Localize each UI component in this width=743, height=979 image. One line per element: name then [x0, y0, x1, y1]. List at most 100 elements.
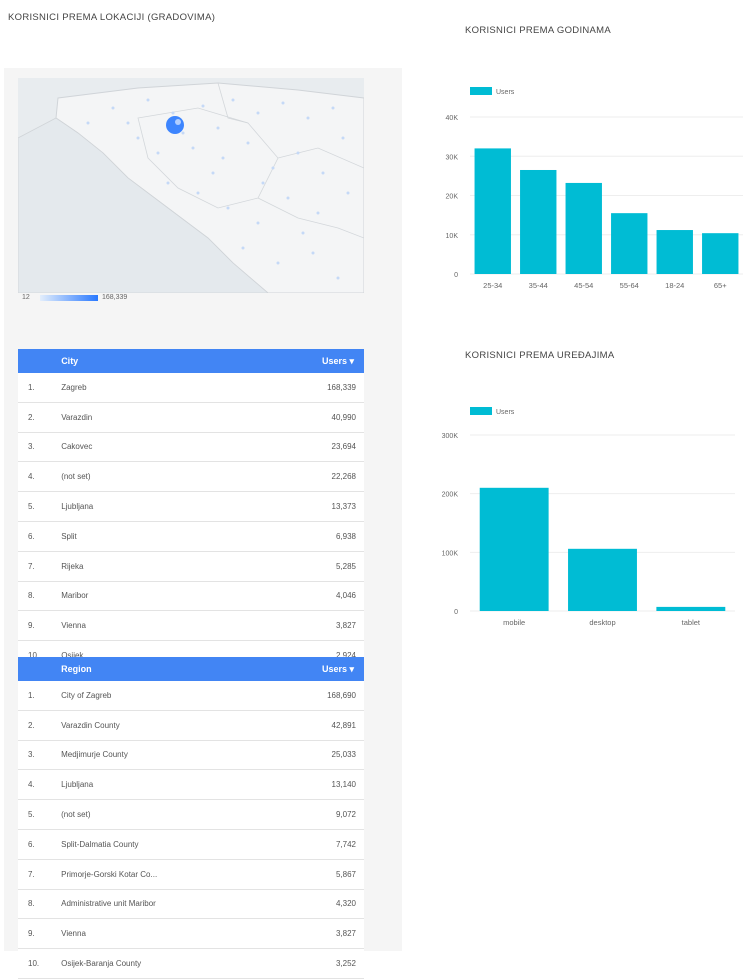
row-name: Rijeka — [60, 551, 275, 582]
row-users-value: 5,867 — [275, 859, 364, 890]
row-name: Ljubljana — [60, 769, 276, 801]
bar[interactable] — [611, 213, 648, 274]
x-tick-label: 45-54 — [574, 281, 593, 290]
age-bar-chart: Users 0 10K 20K 30K 40K 25-34 35-44 45-54 55-64 18… — [446, 87, 743, 290]
row-users-value: 3,827 — [275, 610, 364, 642]
table-row[interactable]: 1. Zagreb 168,339 — [18, 373, 364, 403]
row-index: 7. — [18, 859, 61, 890]
row-index: 8. — [18, 889, 61, 920]
table-row[interactable]: 8. Administrative unit Maribor 4,320 — [18, 889, 364, 920]
y-tick-label: 10K — [446, 233, 459, 240]
x-tick-label: tablet — [682, 618, 701, 627]
row-users-value: 168,339 — [275, 373, 364, 403]
row-name: (not set) — [60, 799, 276, 830]
x-tick-label: desktop — [589, 618, 615, 627]
row-name: Vienna — [60, 610, 275, 642]
row-users-value: 6,938 — [275, 521, 364, 552]
x-tick-label: mobile — [503, 618, 525, 627]
row-users-value: 4,320 — [275, 889, 364, 920]
row-name: Primorje-Gorski Kotar Co... — [60, 859, 276, 890]
row-index: 10. — [18, 948, 61, 979]
x-tick-label: 35-44 — [529, 281, 548, 290]
row-index: 6. — [18, 521, 61, 552]
table-row[interactable]: 9. Vienna 3,827 — [18, 610, 364, 642]
city-column-header[interactable]: City — [60, 349, 275, 373]
bar[interactable] — [565, 182, 602, 274]
table-row[interactable]: 6. Split 6,938 — [18, 521, 364, 552]
users-sort-header[interactable]: Users ▾ — [275, 349, 364, 373]
table-row[interactable]: 2. Varazdin County 42,891 — [18, 710, 364, 741]
row-index: 6. — [18, 829, 61, 860]
row-users-value: 25,033 — [275, 740, 364, 771]
bar[interactable] — [656, 230, 693, 274]
row-name: Split-Dalmatia County — [60, 829, 276, 860]
location-section-title: KORISNICI PREMA LOKACIJI (GRADOVIMA) — [8, 12, 216, 23]
table-row[interactable]: 3. Cakovec 23,694 — [18, 432, 364, 463]
row-index: 9. — [18, 610, 61, 642]
table-row[interactable]: 4. Ljubljana 13,140 — [18, 769, 364, 801]
y-tick-label: 200K — [442, 492, 459, 499]
city-table-header: City Users ▾ — [18, 349, 364, 373]
row-name: Varazdin — [60, 402, 275, 433]
x-tick-label: 65+ — [714, 281, 727, 290]
row-name: Zagreb — [60, 373, 275, 403]
row-name: Administrative unit Maribor — [60, 889, 276, 920]
map-scale-min: 12 — [22, 294, 30, 301]
bar[interactable] — [520, 169, 557, 274]
row-index: 4. — [18, 769, 61, 801]
index-header — [18, 349, 61, 373]
row-name: Ljubljana — [60, 491, 275, 522]
row-users-value: 23,694 — [275, 432, 364, 463]
row-name: Vienna — [60, 918, 276, 950]
row-name: Varazdin County — [60, 710, 276, 741]
map-color-scale — [40, 295, 98, 301]
row-users-value: 7,742 — [275, 829, 364, 860]
row-users-value: 13,140 — [275, 769, 364, 801]
table-row[interactable]: 10. Osijek-Baranja County 3,252 — [18, 948, 364, 979]
row-users-value: 4,046 — [275, 581, 364, 612]
table-row[interactable]: 8. Maribor 4,046 — [18, 581, 364, 612]
y-tick-label: 100K — [442, 550, 459, 557]
index-header — [18, 657, 61, 681]
legend-swatch — [470, 87, 492, 95]
table-row[interactable]: 2. Varazdin 40,990 — [18, 402, 364, 433]
table-row[interactable]: 5. Ljubljana 13,373 — [18, 491, 364, 522]
row-index: 1. — [18, 681, 61, 711]
table-row[interactable]: 3. Medjimurje County 25,033 — [18, 740, 364, 771]
table-row[interactable]: 7. Primorje-Gorski Kotar Co... 5,867 — [18, 859, 364, 890]
bar[interactable] — [474, 148, 511, 274]
bar[interactable] — [568, 548, 637, 611]
row-name: Cakovec — [60, 432, 275, 463]
row-index: 8. — [18, 581, 61, 612]
map-scale-max: 168,339 — [102, 294, 128, 301]
map-svg — [18, 78, 364, 293]
city-table: City Users ▾ 1. Zagreb 168,339 2. Varazdin 40… — [18, 349, 364, 671]
device-chart-title: KORISNICI PREMA UREĐAJIMA — [465, 350, 615, 361]
row-users-value: 3,252 — [275, 948, 364, 979]
table-row[interactable]: 5. (not set) 9,072 — [18, 799, 364, 830]
bar[interactable] — [702, 233, 739, 274]
region-column-header[interactable]: Region — [60, 657, 276, 681]
legend-swatch — [470, 407, 492, 415]
y-tick-label: 20K — [446, 194, 459, 201]
age-chart-title: KORISNICI PREMA GODINAMA — [465, 25, 612, 36]
legend-label: Users — [496, 409, 515, 416]
legend-label: Users — [496, 89, 515, 96]
bar[interactable] — [479, 487, 549, 611]
row-users-value: 22,268 — [275, 461, 364, 493]
geo-map[interactable] — [18, 78, 364, 293]
device-bar-chart: Users 0 100K 200K 300K mobile desktop tablet — [442, 407, 735, 627]
users-sort-header[interactable]: Users ▾ — [275, 657, 364, 681]
row-users-value: 3,827 — [275, 918, 364, 950]
bar[interactable] — [656, 606, 726, 611]
table-row[interactable]: 6. Split-Dalmatia County 7,742 — [18, 829, 364, 860]
table-row[interactable]: 1. City of Zagreb 168,690 — [18, 681, 364, 711]
row-index: 1. — [18, 373, 61, 403]
row-users-value: 5,285 — [275, 551, 364, 582]
row-index: 3. — [18, 432, 61, 463]
table-row[interactable]: 9. Vienna 3,827 — [18, 918, 364, 950]
table-row[interactable]: 4. (not set) 22,268 — [18, 461, 364, 493]
table-row[interactable]: 7. Rijeka 5,285 — [18, 551, 364, 582]
row-users-value: 40,990 — [275, 402, 364, 433]
row-name: Split — [60, 521, 275, 552]
